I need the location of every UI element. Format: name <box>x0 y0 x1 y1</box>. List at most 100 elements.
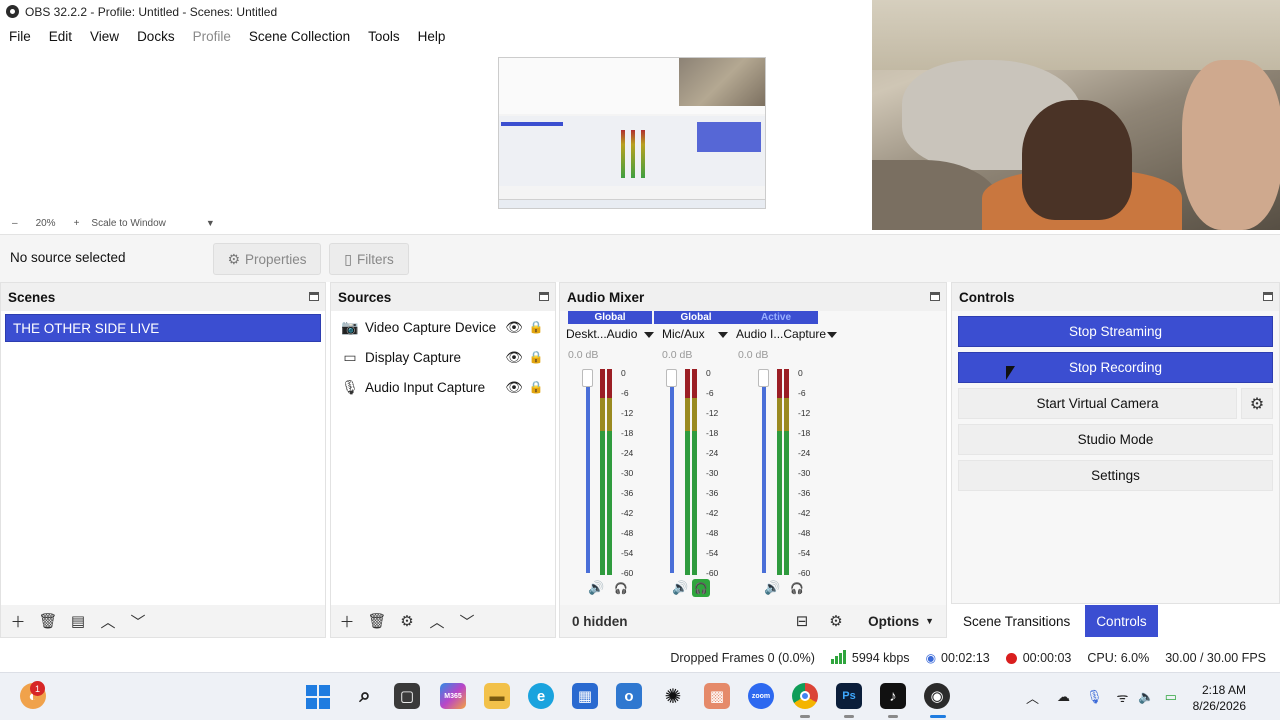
preview-canvas[interactable] <box>0 49 872 212</box>
monitor-headphones-icon[interactable]: 🎧 <box>612 579 630 597</box>
menu-tools[interactable]: Tools <box>359 29 409 44</box>
source-toolbar: No source selected ⚙ Properties ▯ Filter… <box>0 234 1280 282</box>
stop-streaming-button[interactable]: Stop Streaming <box>958 316 1273 347</box>
edge-browser-icon[interactable]: e <box>528 683 554 709</box>
volume-slider-handle[interactable] <box>758 369 769 387</box>
scale-mode-caret-icon[interactable]: ▼ <box>206 218 215 228</box>
wifi-icon[interactable]: ᯤ <box>1117 688 1129 706</box>
monitor-headphones-icon[interactable]: 🎧 <box>692 579 710 597</box>
obs-taskbar-icon[interactable]: ◉ <box>924 683 950 709</box>
sources-header: Sources <box>331 283 555 311</box>
chrome-icon[interactable] <box>792 683 818 709</box>
menu-docks[interactable]: Docks <box>128 29 184 44</box>
mixer-options-button[interactable]: Options ▼ <box>868 609 934 633</box>
stream-time-value: 00:02:13 <box>941 651 990 665</box>
lock-icon[interactable]: 🔒 <box>525 350 547 364</box>
system-tray: ︿ ☁ 🎙 ᯤ 🔈 ▭ <box>1026 673 1177 720</box>
filters-button[interactable]: ▯ Filters <box>329 243 409 275</box>
float-dock-icon[interactable] <box>539 292 549 301</box>
remove-source-icon[interactable]: 🗑 <box>363 609 391 633</box>
tab-scene-transitions[interactable]: Scene Transitions <box>952 605 1081 637</box>
move-down-icon[interactable]: ﹀ <box>453 609 481 633</box>
studio-mode-button[interactable]: Studio Mode <box>958 424 1273 455</box>
visibility-eye-icon[interactable]: 👁 <box>503 379 525 396</box>
float-dock-icon[interactable] <box>309 292 319 301</box>
volume-slider[interactable] <box>586 371 590 573</box>
outlook-icon[interactable]: o <box>616 683 642 709</box>
app-grid-icon[interactable]: ▩ <box>704 683 730 709</box>
tab-controls[interactable]: Controls <box>1085 605 1158 637</box>
scene-item[interactable]: THE OTHER SIDE LIVE <box>5 314 321 342</box>
chatgpt-icon[interactable]: ✺ <box>660 683 686 709</box>
microsoft-365-icon[interactable]: M365 <box>440 683 466 709</box>
lock-icon[interactable]: 🔒 <box>525 320 547 334</box>
menu-file[interactable]: File <box>0 29 40 44</box>
volume-slider[interactable] <box>670 371 674 573</box>
move-up-icon[interactable]: ︿ <box>423 609 451 633</box>
mixer-channel-audio-input: Active Audio I...Capture 0.0 dB 0 -6 -12 -1… <box>734 311 837 607</box>
channel-menu-caret-icon[interactable] <box>827 332 837 338</box>
mute-speaker-icon[interactable]: 🔊 <box>764 580 780 596</box>
clock-time: 2:18 AM <box>1201 683 1246 697</box>
settings-button[interactable]: Settings <box>958 460 1273 491</box>
source-item-audio-input[interactable]: 🎙 Audio Input Capture 👁 🔒 <box>331 372 555 402</box>
add-scene-icon[interactable]: ＋ <box>4 609 32 633</box>
volume-slider-handle[interactable] <box>666 369 677 387</box>
move-down-icon[interactable]: ﹀ <box>124 609 152 633</box>
mute-speaker-icon[interactable]: 🔊 <box>588 580 604 596</box>
source-properties-gear-icon[interactable]: ⚙ <box>393 609 421 633</box>
photoshop-icon[interactable]: Ps <box>836 683 862 709</box>
file-explorer-icon[interactable]: ▬ <box>484 683 510 709</box>
source-label: Audio Input Capture <box>365 379 486 395</box>
remove-scene-icon[interactable]: 🗑 <box>34 609 62 633</box>
move-up-icon[interactable]: ︿ <box>94 609 122 633</box>
audio-mixer-header: Audio Mixer <box>560 283 946 311</box>
virtual-camera-gear-icon[interactable]: ⚙ <box>1241 388 1273 419</box>
monitor-headphones-icon[interactable]: 🎧 <box>788 579 806 597</box>
zoom-icon[interactable]: zoom <box>748 683 774 709</box>
volume-slider[interactable] <box>762 371 766 573</box>
zoom-in-button[interactable]: + <box>74 218 80 229</box>
menu-edit[interactable]: Edit <box>40 29 81 44</box>
controls-body: Stop Streaming Stop Recording Start Virt… <box>952 311 1279 603</box>
battery-icon[interactable]: ▭ <box>1165 689 1177 705</box>
float-dock-icon[interactable] <box>930 292 940 301</box>
zoom-out-button[interactable]: – <box>12 218 18 229</box>
properties-button[interactable]: ⚙ Properties <box>213 243 321 275</box>
channel-menu-caret-icon[interactable] <box>644 332 654 338</box>
lock-icon[interactable]: 🔒 <box>525 380 547 394</box>
clock[interactable]: 2:18 AM 8/26/2026 <box>1193 682 1246 714</box>
channel-badge: Global <box>568 311 652 324</box>
channel-db: 0.0 dB <box>662 349 693 361</box>
windows-taskbar: ◐ 1 ⌕ ▢ M365 ▬ e ▦ o ✺ ▩ zoom Ps ♪ ◉ ︿ ☁… <box>0 672 1280 720</box>
source-item-video-capture[interactable]: 📷 Video Capture Device 👁 🔒 <box>331 312 555 342</box>
float-dock-icon[interactable] <box>1263 292 1273 301</box>
scene-filters-icon[interactable]: ▤ <box>64 609 92 633</box>
tray-overflow-chevron-icon[interactable]: ︿ <box>1026 688 1039 707</box>
source-item-display-capture[interactable]: ▭ Display Capture 👁 🔒 <box>331 342 555 372</box>
menu-help[interactable]: Help <box>409 29 455 44</box>
start-virtual-camera-button[interactable]: Start Virtual Camera <box>958 388 1237 419</box>
menu-view[interactable]: View <box>81 29 128 44</box>
controls-header: Controls <box>952 283 1279 311</box>
microphone-icon: 🎙 <box>341 378 359 395</box>
volume-icon[interactable]: 🔈 <box>1138 689 1154 705</box>
search-icon[interactable]: ⌕ <box>352 683 378 709</box>
scale-mode-select[interactable]: Scale to Window <box>91 218 165 229</box>
microphone-in-use-icon[interactable]: 🎙 <box>1086 689 1103 705</box>
visibility-eye-icon[interactable]: 👁 <box>503 319 525 336</box>
channel-menu-caret-icon[interactable] <box>718 332 728 338</box>
onedrive-cloud-icon[interactable]: ☁ <box>1057 689 1070 705</box>
visibility-eye-icon[interactable]: 👁 <box>503 349 525 366</box>
add-source-icon[interactable]: ＋ <box>333 609 361 633</box>
start-menu-windows-icon[interactable] <box>306 685 330 709</box>
mixer-layout-icon[interactable]: ⊟ <box>788 609 816 633</box>
menu-profile[interactable]: Profile <box>184 29 240 44</box>
menu-scene-collection[interactable]: Scene Collection <box>240 29 359 44</box>
advanced-audio-gear-icon[interactable]: ⚙ <box>822 609 850 633</box>
mute-speaker-icon[interactable]: 🔊 <box>672 580 688 596</box>
tiktok-icon[interactable]: ♪ <box>880 683 906 709</box>
task-view-icon[interactable]: ▢ <box>394 683 420 709</box>
store-icon[interactable]: ▦ <box>572 683 598 709</box>
volume-slider-handle[interactable] <box>582 369 593 387</box>
